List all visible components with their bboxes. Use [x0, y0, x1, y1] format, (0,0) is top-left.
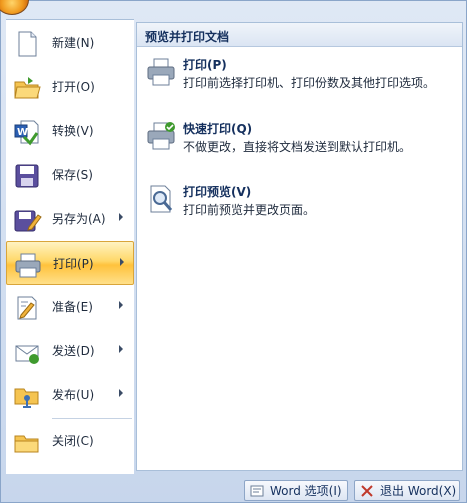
option-quick-print-title: 快速打印(Q): [183, 122, 253, 136]
close-folder-icon: [12, 427, 42, 457]
option-print-preview-title: 打印预览(V): [183, 185, 252, 199]
menu-label-new: 新建(N): [52, 36, 95, 50]
publish-icon: [12, 381, 42, 411]
office-menu-window: 新建(N) 打开(O) W 转换(V) 保存(S) 另存为(A) 打印(P) 准…: [0, 0, 467, 503]
option-quick-print[interactable]: 快速打印(Q) 不做更改，直接将文档发送到默认打印机。: [143, 120, 457, 160]
menu-item-save[interactable]: 保存(S): [6, 153, 134, 197]
option-print-preview[interactable]: 打印预览(V) 打印前预览并更改页面。: [143, 183, 457, 223]
options-icon: [250, 484, 264, 498]
option-print-title: 打印(P): [183, 58, 227, 72]
option-print-preview-desc: 打印前预览并更改页面。: [183, 203, 316, 217]
menu-item-convert[interactable]: W 转换(V): [6, 109, 134, 153]
office-menu-list: 新建(N) 打开(O) W 转换(V) 保存(S) 另存为(A) 打印(P) 准…: [6, 19, 134, 474]
open-folder-icon: [12, 73, 42, 103]
menu-item-prepare[interactable]: 准备(E): [6, 285, 134, 329]
submenu-arrow-icon: [119, 301, 123, 309]
word-options-label: Word 选项(I): [270, 484, 342, 498]
menu-item-open[interactable]: 打开(O): [6, 65, 134, 109]
print-icon: [13, 250, 43, 280]
word-options-button[interactable]: Word 选项(I): [244, 480, 348, 501]
menu-label-prepare: 准备(E): [52, 300, 93, 314]
menu-item-print[interactable]: 打印(P): [6, 241, 134, 285]
menu-label-print: 打印(P): [53, 257, 94, 271]
menu-label-convert: 转换(V): [52, 124, 94, 138]
send-icon: [12, 337, 42, 367]
office-button[interactable]: [0, 0, 29, 15]
menu-item-new[interactable]: 新建(N): [6, 21, 134, 65]
menu-label-open: 打开(O): [52, 80, 95, 94]
print-submenu-panel: 预览并打印文档 打印(P) 打印前选择打印机、打印份数及其他打印选项。 快速打印…: [136, 22, 463, 471]
menu-label-save: 保存(S): [52, 168, 93, 182]
submenu-arrow-icon: [120, 258, 124, 266]
save-icon: [12, 161, 42, 191]
exit-icon: [360, 484, 374, 498]
quick-print-icon: [145, 120, 177, 152]
printer-icon: [145, 56, 177, 88]
submenu-arrow-icon: [119, 389, 123, 397]
exit-word-label: 退出 Word(X): [380, 484, 457, 498]
menu-item-close[interactable]: 关闭(C): [6, 419, 134, 463]
print-preview-icon: [145, 183, 177, 215]
menu-label-close: 关闭(C): [52, 434, 94, 448]
option-quick-print-desc: 不做更改，直接将文档发送到默认打印机。: [183, 140, 412, 154]
new-document-icon: [12, 29, 42, 59]
menu-label-publish: 发布(U): [52, 388, 95, 402]
menu-item-save-as[interactable]: 另存为(A): [6, 197, 134, 241]
panel-title: 预览并打印文档: [137, 23, 462, 47]
svg-text:W: W: [17, 127, 28, 138]
menu-item-send[interactable]: 发送(D): [6, 329, 134, 373]
submenu-arrow-icon: [119, 213, 123, 221]
convert-icon: W: [12, 117, 42, 147]
prepare-icon: [12, 293, 42, 323]
submenu-arrow-icon: [119, 345, 123, 353]
exit-word-button[interactable]: 退出 Word(X): [354, 480, 460, 501]
save-as-icon: [12, 205, 42, 235]
menu-label-save-as: 另存为(A): [52, 212, 106, 226]
option-print[interactable]: 打印(P) 打印前选择打印机、打印份数及其他打印选项。: [143, 56, 457, 108]
option-print-desc: 打印前选择打印机、打印份数及其他打印选项。: [183, 76, 436, 90]
menu-label-send: 发送(D): [52, 344, 95, 358]
menu-item-publish[interactable]: 发布(U): [6, 373, 134, 417]
